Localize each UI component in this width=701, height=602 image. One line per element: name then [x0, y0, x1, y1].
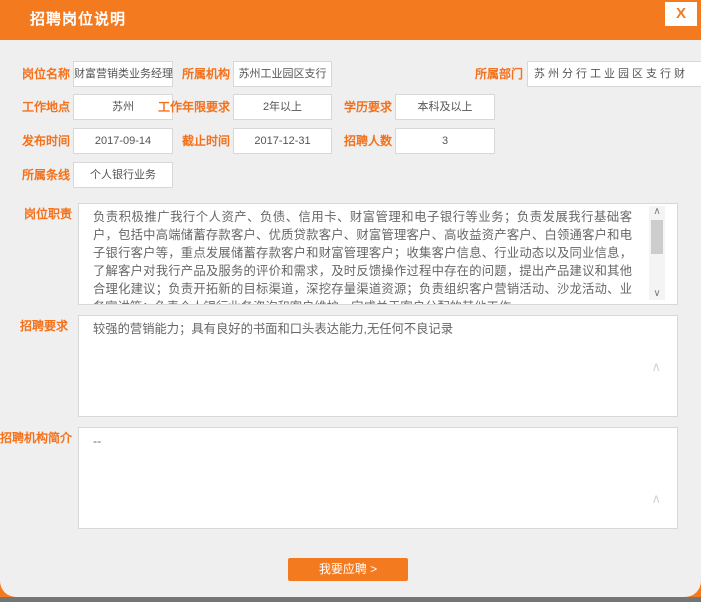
headcount-field[interactable]: 3 [395, 128, 495, 154]
business-line-field[interactable]: 个人银行业务 [73, 162, 173, 188]
field-label-position-name: 岗位名称 [0, 61, 70, 87]
close-button[interactable]: X [665, 2, 697, 26]
field-label-experience: 工作年限要求 [130, 94, 230, 120]
requirements-textarea[interactable]: 较强的营销能力；具有良好的书面和口头表达能力,无任何不良记录 ∧ [78, 315, 678, 417]
education-field[interactable]: 本科及以上 [395, 94, 495, 120]
field-label-business-line: 所属条线 [0, 162, 70, 188]
requirements-text: 较强的营销能力；具有良好的书面和口头表达能力,无任何不良记录 [93, 320, 632, 338]
dialog-body: 岗位名称 财富营销类业务经理 所属机构 苏州工业园区支行 所属部门 苏州分行工业… [0, 40, 701, 597]
dialog-frame: 招聘岗位说明 X 岗位名称 财富营销类业务经理 所属机构 苏州工业园区支行 所属… [0, 0, 701, 597]
field-label-publish-date: 发布时间 [0, 128, 70, 154]
page-footer-bar [0, 597, 701, 602]
close-icon: X [676, 5, 686, 22]
field-label-org-intro: 招聘机构简介 [0, 431, 72, 445]
field-label-deadline: 截止时间 [130, 128, 230, 154]
org-intro-text: -- [93, 432, 632, 450]
responsibilities-text: 负责积极推广我行个人资产、负债、信用卡、财富管理和电子银行等业务；负责发展我行基… [93, 208, 632, 305]
field-label-requirements: 招聘要求 [0, 319, 68, 333]
apply-button[interactable]: 我要应聘 > [288, 558, 408, 581]
job-posting-dialog: 招聘岗位说明 X 岗位名称 财富营销类业务经理 所属机构 苏州工业园区支行 所属… [0, 0, 701, 602]
org-intro-textarea[interactable]: -- ∧ [78, 427, 678, 529]
department-field[interactable]: 苏州分行工业园区支行财 [527, 61, 701, 87]
scrollbar[interactable]: ∧ ∨ [649, 206, 665, 300]
scroll-up-icon: ∧ [651, 360, 661, 373]
scroll-down-icon[interactable]: ∨ [649, 289, 665, 299]
scrollbar-thumb[interactable] [651, 220, 663, 254]
field-label-headcount: 招聘人数 [292, 128, 392, 154]
responsibilities-textarea[interactable]: 负责积极推广我行个人资产、负债、信用卡、财富管理和电子银行等业务；负责发展我行基… [78, 203, 678, 305]
field-label-location: 工作地点 [0, 94, 70, 120]
field-label-education: 学历要求 [292, 94, 392, 120]
dialog-title: 招聘岗位说明 [30, 0, 126, 40]
scroll-up-icon: ∧ [651, 492, 661, 505]
institution-field[interactable]: 苏州工业园区支行 [233, 61, 332, 87]
scroll-up-icon[interactable]: ∧ [649, 207, 665, 217]
field-label-institution: 所属机构 [130, 61, 230, 87]
field-label-responsibilities: 岗位职责 [0, 207, 72, 221]
field-label-department: 所属部门 [423, 61, 523, 87]
